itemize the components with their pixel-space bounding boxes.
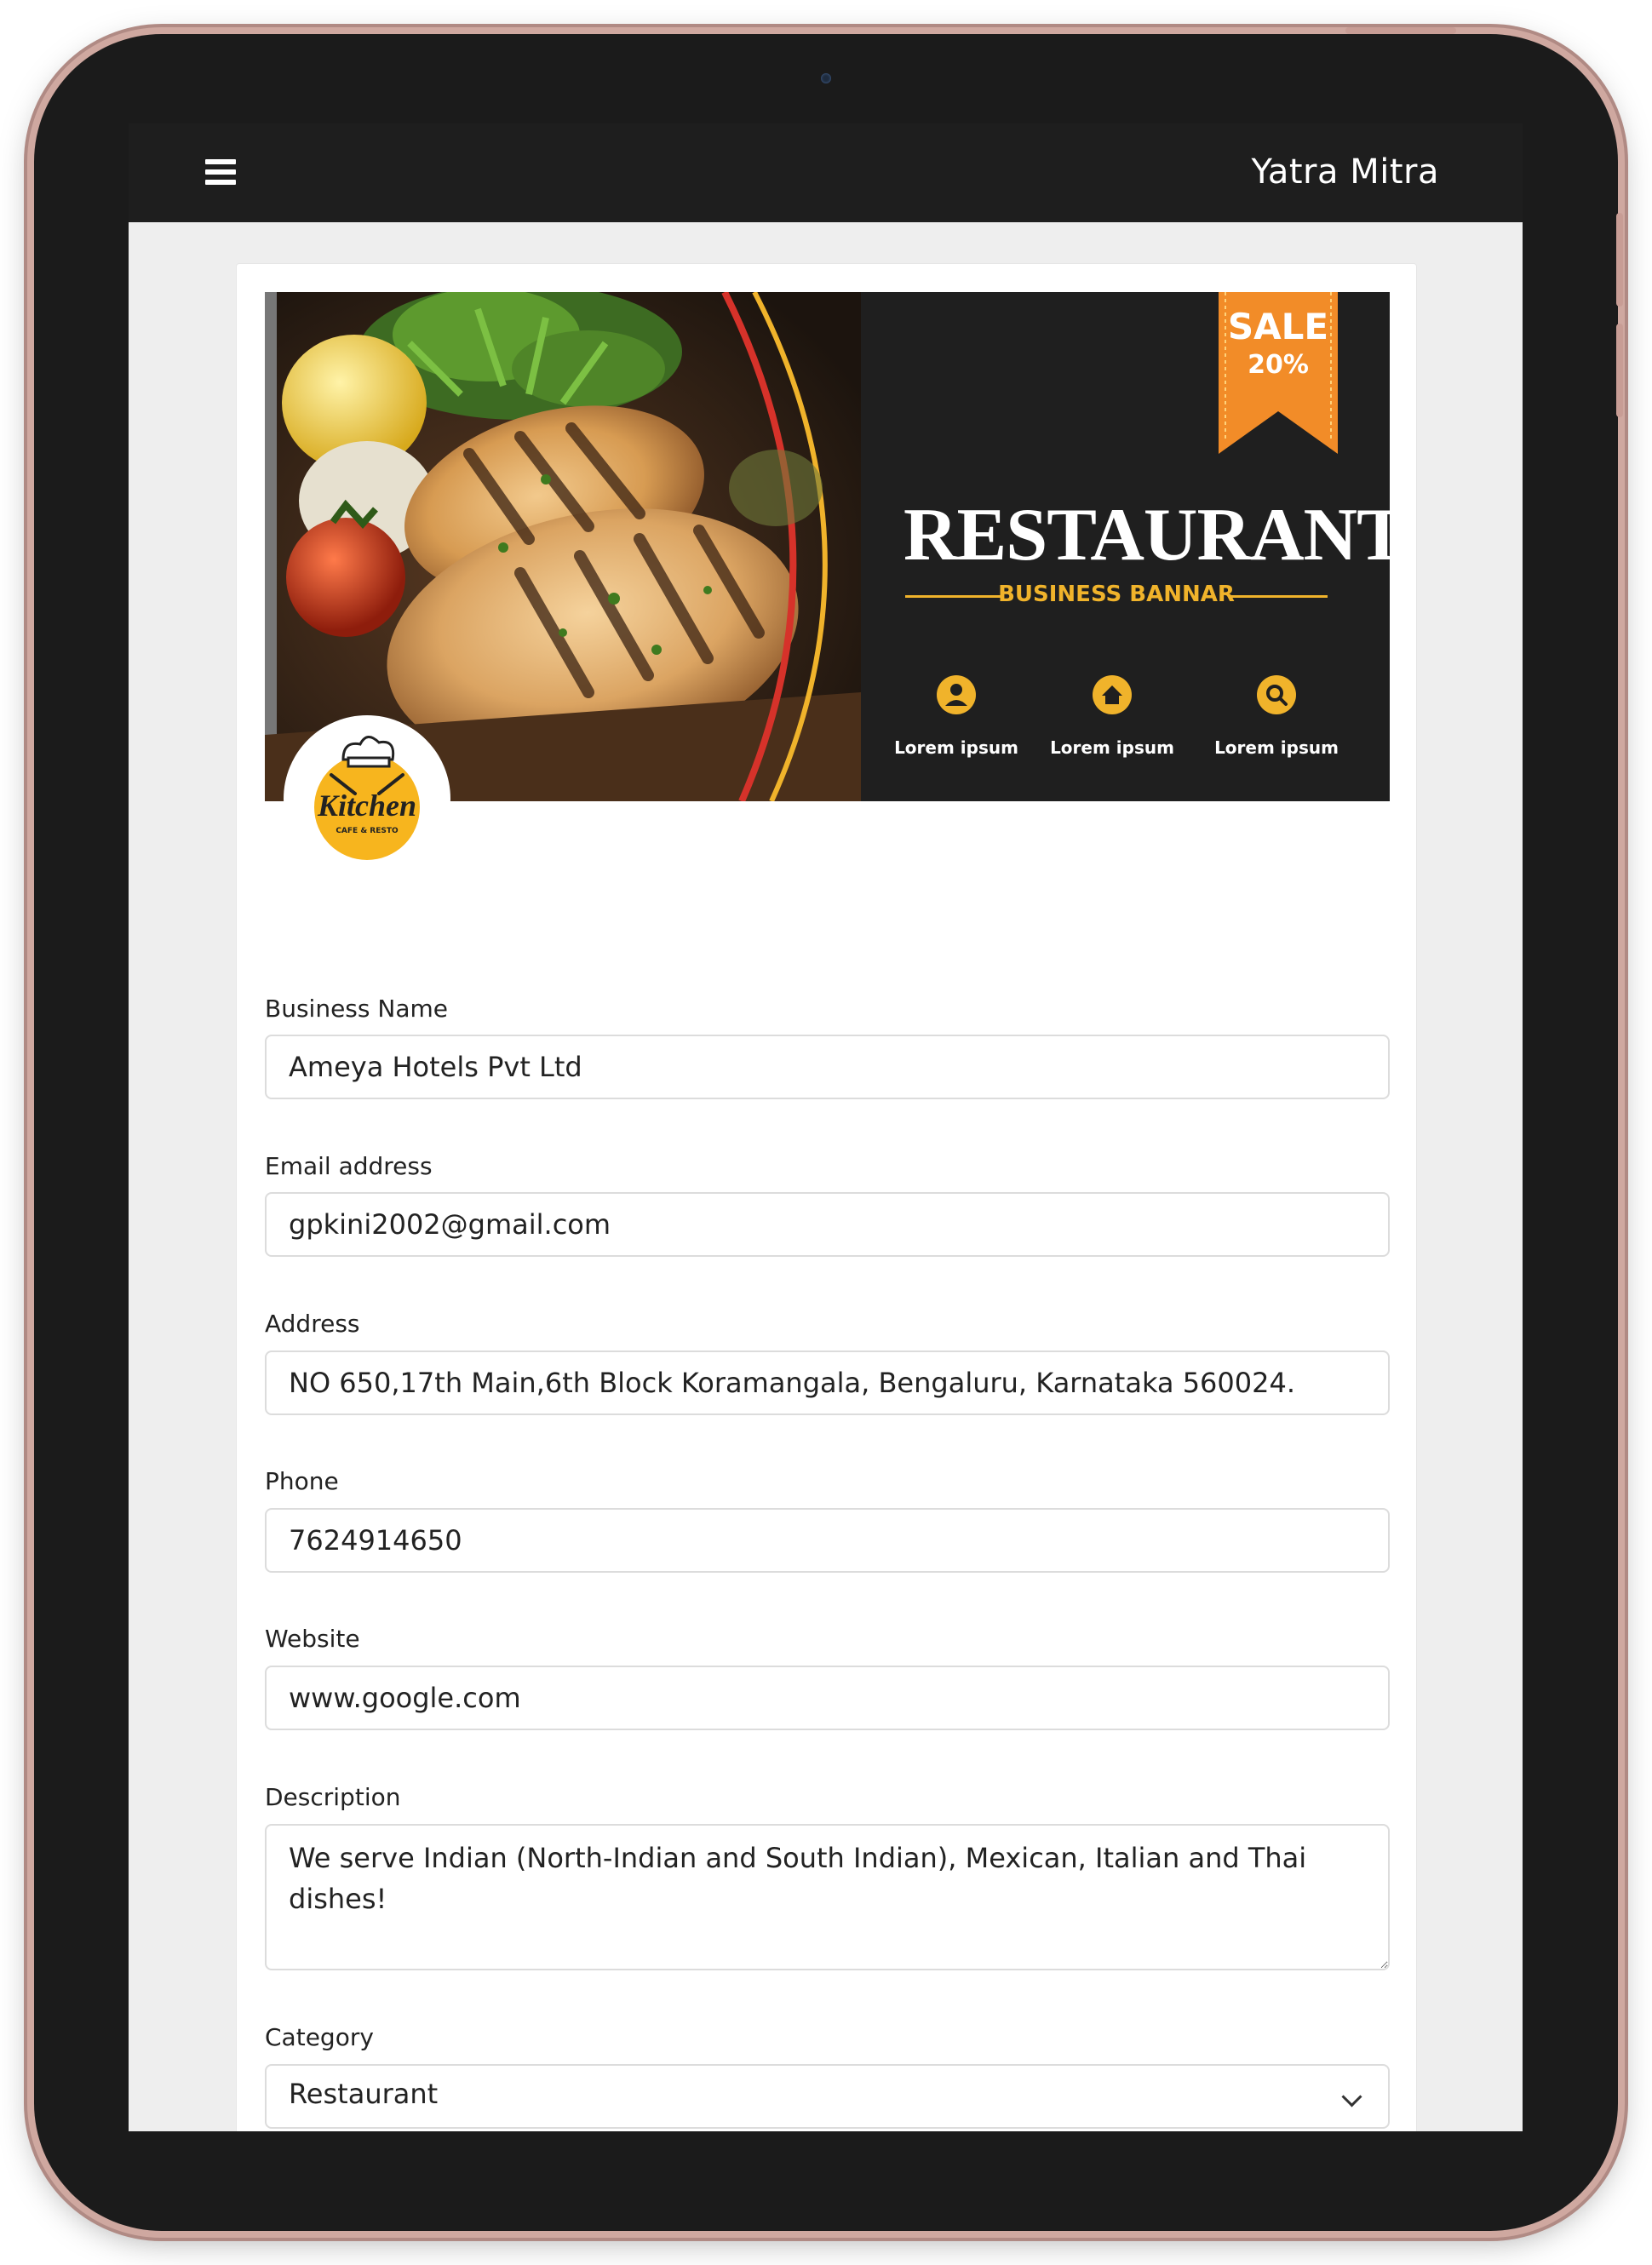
power-button xyxy=(1345,27,1456,34)
banner-heading: RESTAURANT xyxy=(903,494,1390,576)
kitchen-logo: Kitchen CAFE & RESTO xyxy=(314,736,420,860)
feature-label: Lorem ipsum xyxy=(894,737,1018,758)
app-screen: Yatra Mitra SALE 20% RESTAURANT BUSINESS… xyxy=(129,123,1523,2133)
email-input[interactable] xyxy=(265,1192,1390,1257)
feature-label: Lorem ipsum xyxy=(1050,737,1174,758)
website-input[interactable] xyxy=(265,1666,1390,1730)
banner-feature: Lorem ipsum xyxy=(1040,675,1185,758)
cover-banner: SALE 20% RESTAURANT BUSINESS BANNAR Lore… xyxy=(265,292,1390,801)
address-input[interactable] xyxy=(265,1350,1390,1415)
category-select[interactable]: Restaurant xyxy=(265,2064,1390,2129)
divider-line xyxy=(1230,595,1328,598)
category-selected-value: Restaurant xyxy=(289,2078,439,2110)
phone-input[interactable] xyxy=(265,1508,1390,1573)
svg-text:Kitchen: Kitchen xyxy=(317,788,416,823)
banner-subheading: BUSINESS BANNAR xyxy=(998,582,1235,607)
sale-percent: 20% xyxy=(1248,350,1309,380)
sale-label: SALE xyxy=(1227,306,1329,347)
app-title: Yatra Mitra xyxy=(1251,152,1439,192)
feature-label: Lorem ipsum xyxy=(1214,737,1339,758)
user-icon xyxy=(937,675,976,714)
banner-feature: Lorem ipsum xyxy=(1204,675,1349,758)
bottom-bezel xyxy=(129,2131,1523,2133)
svg-text:CAFE & RESTO: CAFE & RESTO xyxy=(336,827,399,835)
banner-feature: Lorem ipsum xyxy=(884,675,1029,758)
app-bar: Yatra Mitra xyxy=(129,123,1523,222)
search-icon xyxy=(1257,675,1296,714)
chevron-down-icon xyxy=(1341,2086,1362,2107)
volume-up-button xyxy=(1616,213,1623,307)
phone-label: Phone xyxy=(265,1467,339,1495)
business-profile-card: SALE 20% RESTAURANT BUSINESS BANNAR Lore… xyxy=(236,263,1417,2133)
description-label: Description xyxy=(265,1783,401,1811)
business-name-input[interactable] xyxy=(265,1035,1390,1099)
description-textarea[interactable]: We serve Indian (North-Indian and South … xyxy=(265,1824,1390,1970)
address-label: Address xyxy=(265,1310,360,1338)
front-camera xyxy=(821,73,831,83)
business-logo-avatar[interactable]: Kitchen CAFE & RESTO xyxy=(284,715,450,882)
menu-icon[interactable] xyxy=(205,159,236,186)
category-label: Category xyxy=(265,2023,374,2051)
website-label: Website xyxy=(265,1625,360,1653)
home-icon xyxy=(1093,675,1132,714)
banner-subheading-row: BUSINESS BANNAR xyxy=(905,580,1328,614)
business-name-label: Business Name xyxy=(265,995,448,1023)
email-label: Email address xyxy=(265,1152,433,1180)
volume-down-button xyxy=(1616,324,1623,417)
